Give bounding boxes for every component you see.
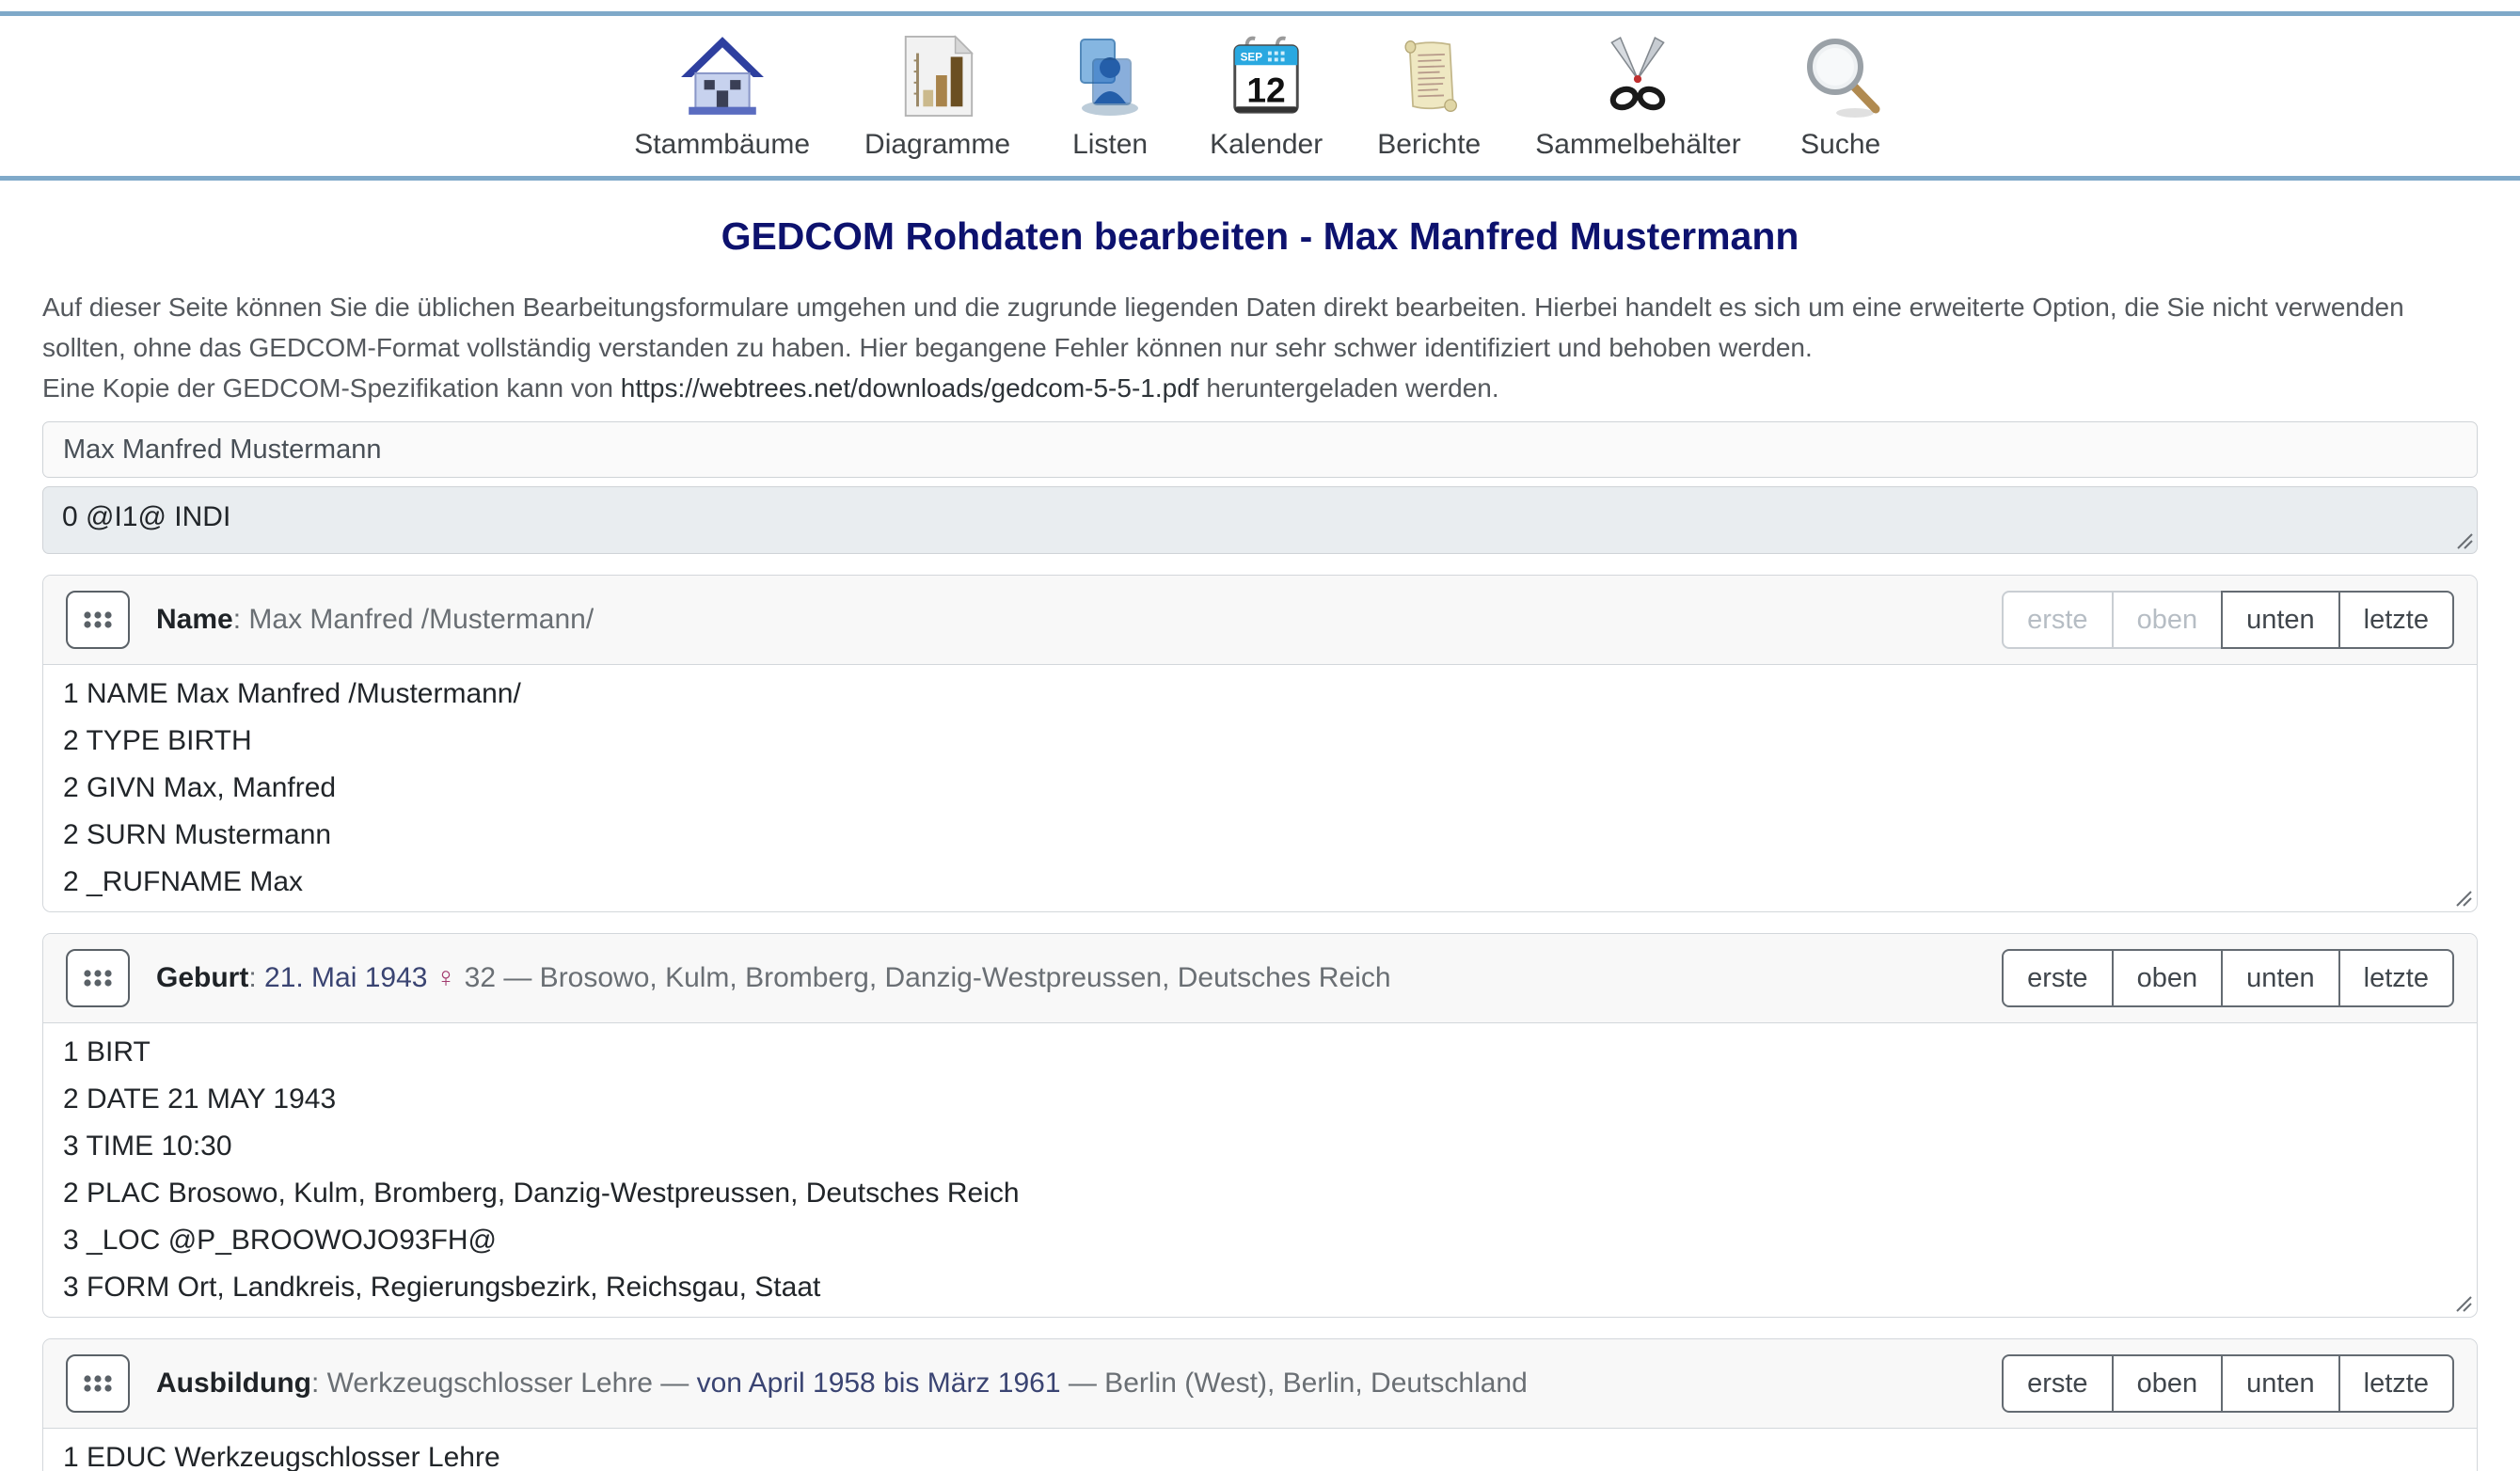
nav-item-charts[interactable]: Diagramme <box>864 29 1010 161</box>
nav-item-calendar[interactable]: SEP 12 Kalender <box>1210 29 1323 161</box>
nav-item-search[interactable]: Suche <box>1796 29 1886 161</box>
scissors-icon <box>1593 29 1683 123</box>
chart-document-icon <box>893 29 983 123</box>
fact-header: Name: Max Manfred /Mustermann/ ersteoben… <box>43 576 2477 665</box>
drag-handle-button[interactable] <box>66 949 130 1007</box>
svg-text:SEP: SEP <box>1241 51 1263 63</box>
calendar-icon: SEP 12 <box>1221 29 1311 123</box>
move-letzte-button[interactable]: letzte <box>2338 1354 2454 1413</box>
nav-item-trees[interactable]: Stammbäume <box>634 29 810 161</box>
fact-text: 32 — Brosowo, Kulm, Bromberg, Danzig-Wes… <box>456 962 1390 993</box>
grip-dots-icon <box>82 609 114 630</box>
move-unten-button[interactable]: unten <box>2221 1354 2340 1413</box>
intro-paragraph: Auf dieser Seite können Sie die üblichen… <box>42 287 2478 408</box>
move-unten-button[interactable]: unten <box>2221 591 2340 649</box>
fact-gedcom-textarea[interactable] <box>43 1023 2477 1317</box>
fact-text: : Max Manfred /Mustermann/ <box>233 604 594 635</box>
home-icon <box>677 29 768 123</box>
nav-label[interactable]: Listen <box>1072 129 1148 161</box>
fact-text: : <box>248 962 264 993</box>
fact-gedcom-textarea[interactable] <box>43 1429 2477 1471</box>
fact-card: Ausbildung: Werkzeugschlosser Lehre — vo… <box>42 1338 2478 1471</box>
fact-label: Name <box>156 604 233 635</box>
move-button-group: ersteobenuntenletzte <box>2002 949 2454 1007</box>
content-area: GEDCOM Rohdaten bearbeiten - Max Manfred… <box>0 214 2520 1471</box>
fact-text: — Berlin (West), Berlin, Deutschland <box>1061 1368 1528 1399</box>
drag-handle-button[interactable] <box>66 591 130 649</box>
move-button-group: ersteobenuntenletzte <box>2002 591 2454 649</box>
nav-label[interactable]: Sammelbehälter <box>1535 129 1740 161</box>
fact-summary: Name: Max Manfred /Mustermann/ <box>156 604 594 636</box>
move-erste-button[interactable]: erste <box>2002 1354 2113 1413</box>
move-button-group: ersteobenuntenletzte <box>2002 1354 2454 1413</box>
nav-item-lists[interactable]: Listen <box>1065 29 1155 161</box>
nav-item-clippings[interactable]: Sammelbehälter <box>1535 29 1740 161</box>
level0-wrapper: 0 @I1@ INDI <box>42 486 2478 554</box>
scroll-icon <box>1384 29 1474 123</box>
fact-summary: Ausbildung: Werkzeugschlosser Lehre — vo… <box>156 1368 1528 1400</box>
drag-handle-button[interactable] <box>66 1354 130 1413</box>
spec-text-prefix: Eine Kopie der GEDCOM-Spezifikation kann… <box>42 373 621 403</box>
move-oben-button[interactable]: oben <box>2112 591 2224 649</box>
fact-date-link[interactable]: von April 1958 bis März 1961 <box>697 1368 1061 1399</box>
main-navigation: Stammbäume Diagramme <box>0 11 2520 181</box>
move-oben-button[interactable]: oben <box>2112 1354 2224 1413</box>
female-icon: ♀ <box>427 962 456 993</box>
fact-list: Name: Max Manfred /Mustermann/ ersteoben… <box>42 575 2478 1471</box>
nav-label[interactable]: Diagramme <box>864 129 1010 161</box>
nav-label[interactable]: Stammbäume <box>634 129 810 161</box>
fact-card: Name: Max Manfred /Mustermann/ ersteoben… <box>42 575 2478 912</box>
move-letzte-button[interactable]: letzte <box>2338 591 2454 649</box>
fact-label: Ausbildung <box>156 1368 311 1399</box>
fact-card: Geburt: 21. Mai 1943 ♀ 32 — Brosowo, Kul… <box>42 933 2478 1318</box>
intro-text: Auf dieser Seite können Sie die üblichen… <box>42 293 2404 362</box>
move-oben-button[interactable]: oben <box>2112 949 2224 1007</box>
move-erste-button[interactable]: erste <box>2002 949 2113 1007</box>
nav-label[interactable]: Kalender <box>1210 129 1323 161</box>
fact-header: Ausbildung: Werkzeugschlosser Lehre — vo… <box>43 1339 2477 1429</box>
move-letzte-button[interactable]: letzte <box>2338 949 2454 1007</box>
fact-text: : Werkzeugschlosser Lehre — <box>311 1368 697 1399</box>
fact-header: Geburt: 21. Mai 1943 ♀ 32 — Brosowo, Kul… <box>43 934 2477 1023</box>
page-title: GEDCOM Rohdaten bearbeiten - Max Manfred… <box>42 214 2478 259</box>
move-unten-button[interactable]: unten <box>2221 949 2340 1007</box>
nav-label[interactable]: Suche <box>1800 129 1880 161</box>
people-list-icon <box>1065 29 1155 123</box>
gedcom-spec-link[interactable]: https://webtrees.net/downloads/gedcom-5-… <box>621 373 1199 403</box>
fact-label: Geburt <box>156 962 248 993</box>
record-summary-input[interactable] <box>42 421 2478 478</box>
fact-gedcom-textarea[interactable] <box>43 665 2477 911</box>
nav-item-reports[interactable]: Berichte <box>1377 29 1481 161</box>
spec-text-suffix: heruntergeladen werden. <box>1199 373 1499 403</box>
top-spacer <box>0 0 2520 11</box>
move-erste-button[interactable]: erste <box>2002 591 2113 649</box>
nav-label[interactable]: Berichte <box>1377 129 1481 161</box>
level0-gedcom-textarea[interactable]: 0 @I1@ INDI <box>42 486 2478 554</box>
grip-dots-icon <box>82 1373 114 1394</box>
svg-text:12: 12 <box>1246 70 1285 109</box>
search-icon <box>1796 29 1886 123</box>
grip-dots-icon <box>82 968 114 989</box>
fact-summary: Geburt: 21. Mai 1943 ♀ 32 — Brosowo, Kul… <box>156 962 1391 994</box>
fact-date-link[interactable]: 21. Mai 1943 <box>264 962 427 993</box>
